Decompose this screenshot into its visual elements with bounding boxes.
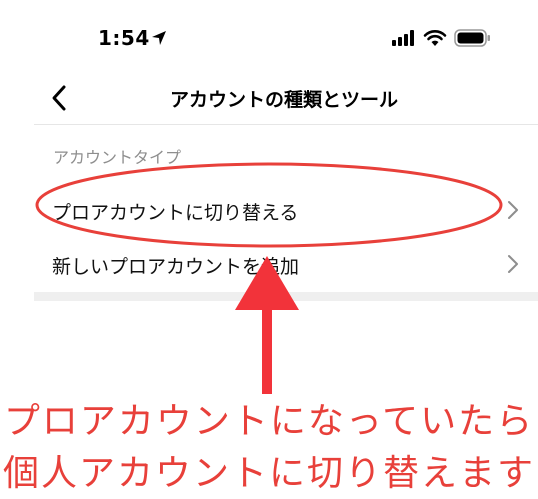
cellular-signal-icon [392,30,414,46]
status-bar: 1:54 [0,0,538,70]
status-time: 1:54 [98,26,150,50]
section-separator [34,292,538,301]
section-header-account-type: アカウントタイプ [53,148,182,167]
annotation-line-1: プロアカウントになっていたら [3,401,535,442]
switch-to-pro-account-item[interactable]: プロアカウントに切り替える [34,183,538,237]
wifi-icon [423,30,447,46]
chevron-right-icon [508,201,518,219]
divider [34,124,538,125]
add-new-pro-account-item[interactable]: 新しいプロアカウントを追加 [34,237,538,291]
switch-to-pro-account-label: プロアカウントに切り替える [52,202,299,224]
add-new-pro-account-label: 新しいプロアカウントを追加 [52,256,300,278]
annotation-line-2: 個人アカウントに切り替えます [2,453,535,494]
location-arrow-icon [152,31,166,45]
nav-bar: アカウントの種類とツール [0,76,538,120]
chevron-right-icon [508,255,518,273]
battery-icon [454,29,490,47]
page-title: アカウントの種類とツール [169,89,398,111]
